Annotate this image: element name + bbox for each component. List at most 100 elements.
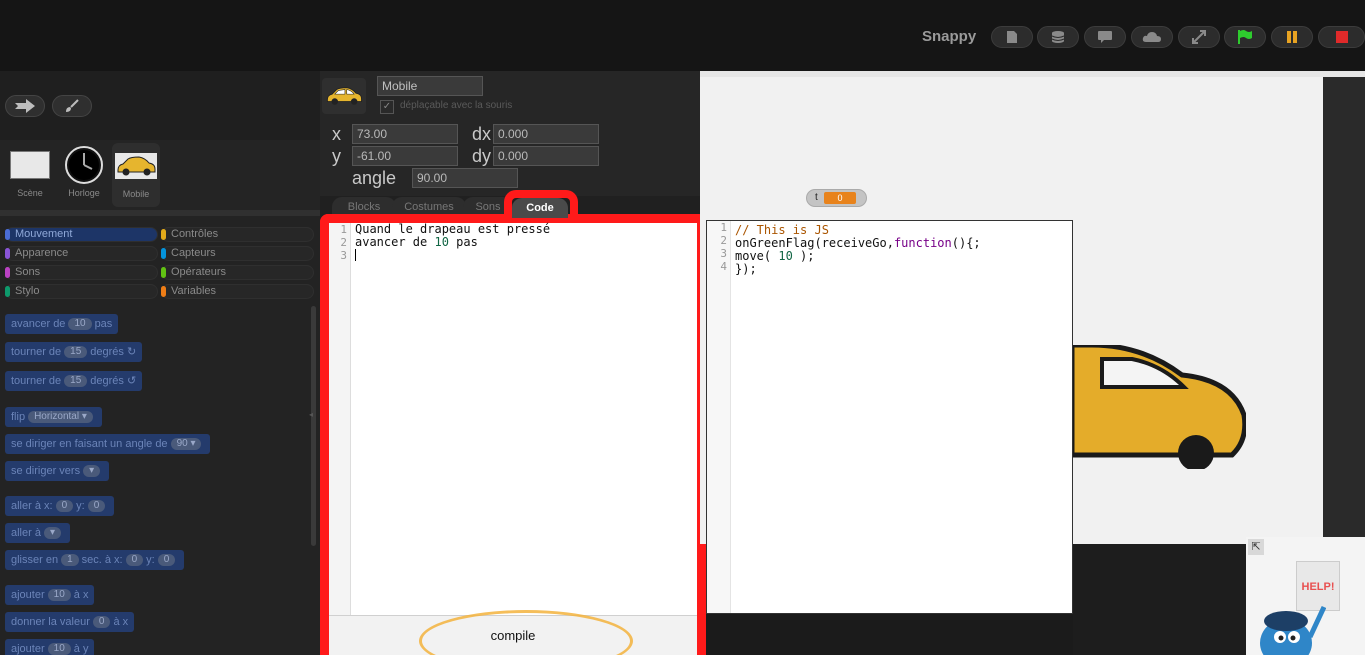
block-go-to-xy[interactable]: aller à x: 0 y: 0: [5, 496, 115, 516]
category-selector: Mouvement Contrôles Apparence Capteurs S…: [0, 216, 320, 304]
category-stylo[interactable]: Stylo: [5, 284, 158, 299]
block-turn-right[interactable]: tourner de 15 degrés ↻: [5, 342, 143, 362]
category-sons[interactable]: Sons: [5, 265, 158, 280]
dx-field[interactable]: 0.000: [493, 124, 599, 144]
block-input[interactable]: 15: [64, 346, 88, 358]
block-flip[interactable]: flip Horizontal ▾: [5, 407, 102, 427]
fullscreen-button[interactable]: [1178, 26, 1220, 48]
category-apparence[interactable]: Apparence: [5, 246, 158, 261]
block-text: y:: [76, 500, 85, 512]
category-variables[interactable]: Variables: [161, 284, 314, 299]
sprite-bar: Mobile ✓ déplaçable avec la souris x 73.…: [320, 71, 700, 196]
block-dropdown[interactable]: ▾: [43, 527, 61, 539]
block-turn-left[interactable]: tourner de 15 degrés ↺: [5, 371, 143, 391]
block-input[interactable]: 1: [61, 554, 79, 566]
block-dropdown[interactable]: Horizontal ▾: [28, 411, 93, 423]
stop-icon: [1335, 31, 1348, 43]
category-color-dot: [161, 248, 166, 259]
mascot-icon: [1260, 605, 1326, 655]
generated-js-panel[interactable]: 1 2 3 4 // This is JS onGreenFlag(receiv…: [706, 220, 1073, 614]
block-glide[interactable]: glisser en 1 sec. à x: 0 y: 0: [5, 550, 185, 570]
block-dropdown[interactable]: 90 ▾: [170, 438, 202, 450]
stop-button[interactable]: [1318, 26, 1365, 48]
angle-field[interactable]: 90.00: [412, 168, 518, 188]
sprite-name: Mobile: [122, 189, 150, 199]
block-change-x[interactable]: ajouter 10 à x: [5, 585, 95, 605]
paint-brush-button[interactable]: [52, 95, 92, 117]
car-icon: [114, 147, 158, 185]
block-input[interactable]: 0: [157, 554, 176, 566]
block-input[interactable]: 0: [87, 500, 106, 512]
green-flag-button[interactable]: [1224, 26, 1266, 48]
block-change-y[interactable]: ajouter 10 à y: [5, 639, 95, 655]
cloud-button[interactable]: [1131, 26, 1173, 48]
block-input[interactable]: 0: [92, 616, 111, 628]
category-mouvement[interactable]: Mouvement: [5, 227, 158, 242]
block-text: tourner de: [11, 346, 62, 358]
corral-sprite-horloge[interactable]: Horloge: [62, 146, 106, 206]
line-number: 4: [720, 260, 727, 273]
comment-button[interactable]: [1084, 26, 1126, 48]
block-text: se diriger vers: [11, 465, 81, 477]
sprite-editor: Mobile ✓ déplaçable avec la souris x 73.…: [320, 71, 706, 655]
block-input[interactable]: 10: [47, 643, 71, 655]
clock-icon: [62, 146, 106, 184]
corral-sprite-mobile[interactable]: Mobile: [112, 143, 160, 207]
compile-bar: compile: [329, 610, 697, 655]
block-text: pas: [94, 318, 113, 330]
angle-label: angle: [352, 168, 397, 188]
category-capteurs[interactable]: Capteurs: [161, 246, 314, 261]
x-field[interactable]: 73.00: [352, 124, 458, 144]
arrow-tool-button[interactable]: [5, 95, 45, 117]
variable-watcher[interactable]: t 0: [806, 189, 867, 207]
js-code-text[interactable]: // This is JS onGreenFlag(receiveGo,func…: [735, 224, 981, 276]
block-input[interactable]: 0: [55, 500, 74, 512]
block-input[interactable]: 0: [125, 554, 144, 566]
line-number: 3: [340, 249, 347, 262]
block-text: à y: [73, 643, 89, 655]
block-input[interactable]: 10: [68, 318, 92, 330]
arrow-right-icon: [15, 99, 35, 113]
code-number: 10: [778, 249, 793, 263]
y-field[interactable]: -61.00: [352, 146, 458, 166]
category-operateurs[interactable]: Opérateurs: [161, 265, 314, 280]
code-text[interactable]: Quand le drapeau est pressé avancer de 1…: [355, 223, 550, 262]
block-set-x[interactable]: donner la valeur 0 à x: [5, 612, 135, 632]
block-point-towards[interactable]: se diriger vers ▾: [5, 461, 110, 481]
corral-sprite-stage[interactable]: Scène: [8, 146, 52, 206]
sprite-name-field[interactable]: Mobile: [377, 76, 483, 96]
stage-thumbnail: [8, 146, 52, 184]
database-button[interactable]: [1037, 26, 1079, 48]
code-editor[interactable]: 1 2 3 Quand le drapeau est pressé avance…: [320, 214, 706, 655]
help-panel[interactable]: ⇱ HELP!: [1246, 537, 1365, 655]
dy-field[interactable]: 0.000: [493, 146, 599, 166]
tab-code[interactable]: Code: [512, 198, 568, 218]
draggable-label: déplaçable avec la souris: [400, 100, 513, 111]
code-token: move(: [735, 249, 779, 263]
block-text: aller à x:: [11, 500, 53, 512]
pause-icon: [1287, 31, 1297, 43]
expand-icon[interactable]: ⇱: [1248, 539, 1264, 555]
block-input[interactable]: 15: [64, 375, 88, 387]
new-project-button[interactable]: [991, 26, 1033, 48]
pause-button[interactable]: [1271, 26, 1313, 48]
block-text: y:: [146, 554, 155, 566]
category-color-dot: [161, 286, 166, 297]
block-move-steps[interactable]: avancer de 10 pas: [5, 314, 119, 334]
block-go-to[interactable]: aller à ▾: [5, 523, 70, 543]
block-point-direction[interactable]: se diriger en faisant un angle de 90 ▾: [5, 434, 211, 454]
sprite-corral: Scène Horloge Mobile: [0, 140, 320, 210]
block-input[interactable]: 10: [47, 589, 71, 601]
car-icon: [322, 78, 366, 114]
cloud-icon: [1142, 32, 1161, 42]
category-controles[interactable]: Contrôles: [161, 227, 314, 242]
car-sprite[interactable]: [1069, 342, 1248, 474]
x-label: x: [332, 124, 341, 144]
draggable-checkbox[interactable]: ✓: [380, 100, 394, 114]
block-palette: avancer de 10 pas tourner de 15 degrés ↻ tou…: [0, 304, 320, 655]
speech-bubble-icon: [1098, 31, 1112, 43]
pane-resize-handle[interactable]: ◂: [309, 410, 315, 440]
block-dropdown[interactable]: ▾: [83, 465, 101, 477]
block-text: sec. à x:: [81, 554, 123, 566]
code-line: avancer de 10 pas: [355, 236, 550, 249]
